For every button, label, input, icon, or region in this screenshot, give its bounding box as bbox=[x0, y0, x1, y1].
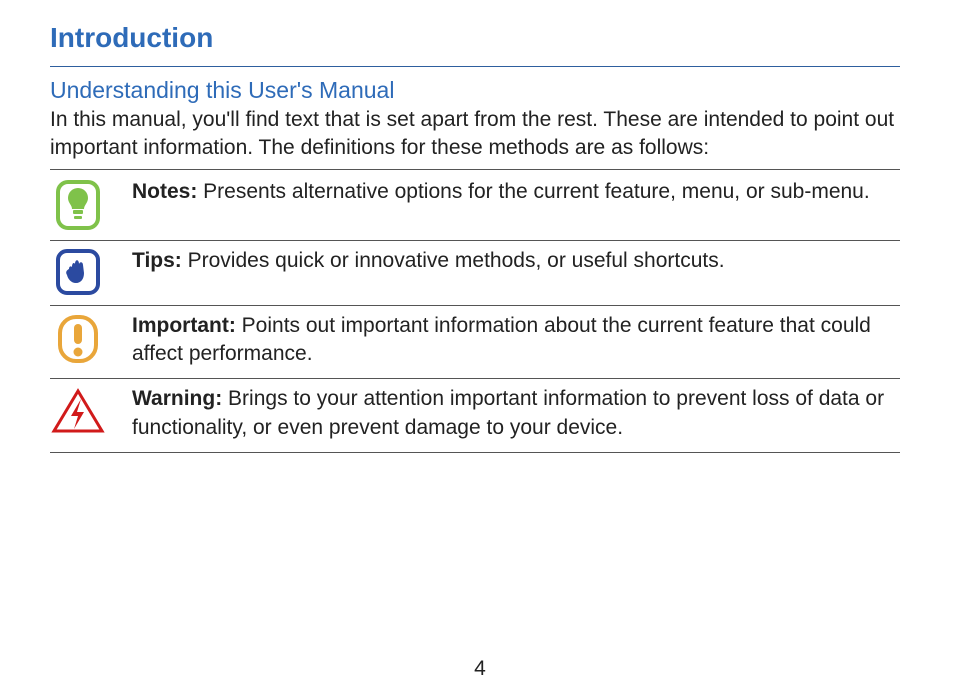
notes-body: Presents alternative options for the cur… bbox=[197, 180, 869, 203]
tips-text: Tips: Provides quick or innovative metho… bbox=[132, 247, 900, 275]
important-label: Important: bbox=[132, 314, 236, 337]
lightning-triangle-icon bbox=[50, 385, 106, 435]
notes-label: Notes: bbox=[132, 180, 197, 203]
definitions-table: Notes: Presents alternative options for … bbox=[50, 169, 900, 453]
row-important: Important: Points out important informat… bbox=[50, 306, 900, 380]
row-notes: Notes: Presents alternative options for … bbox=[50, 169, 900, 241]
exclaim-icon bbox=[50, 312, 106, 364]
section-subheading: Understanding this User's Manual bbox=[50, 77, 900, 104]
warning-text: Warning: Brings to your attention import… bbox=[132, 385, 900, 442]
section-heading: Introduction bbox=[50, 22, 900, 54]
important-body: Points out important information about t… bbox=[132, 314, 871, 365]
warning-label: Warning: bbox=[132, 387, 222, 410]
notes-text: Notes: Presents alternative options for … bbox=[132, 178, 900, 206]
tips-body: Provides quick or innovative methods, or… bbox=[182, 249, 725, 272]
row-warning: Warning: Brings to your attention import… bbox=[50, 379, 900, 453]
important-text: Important: Points out important informat… bbox=[132, 312, 900, 369]
heading-divider bbox=[50, 66, 900, 67]
page-number: 4 bbox=[0, 657, 960, 681]
manual-page: Introduction Understanding this User's M… bbox=[0, 0, 960, 695]
row-tips: Tips: Provides quick or innovative metho… bbox=[50, 241, 900, 306]
lightbulb-icon bbox=[50, 178, 106, 230]
intro-paragraph: In this manual, you'll find text that is… bbox=[50, 106, 900, 163]
hand-icon bbox=[50, 247, 106, 295]
warning-body: Brings to your attention important infor… bbox=[132, 387, 884, 438]
tips-label: Tips: bbox=[132, 249, 182, 272]
